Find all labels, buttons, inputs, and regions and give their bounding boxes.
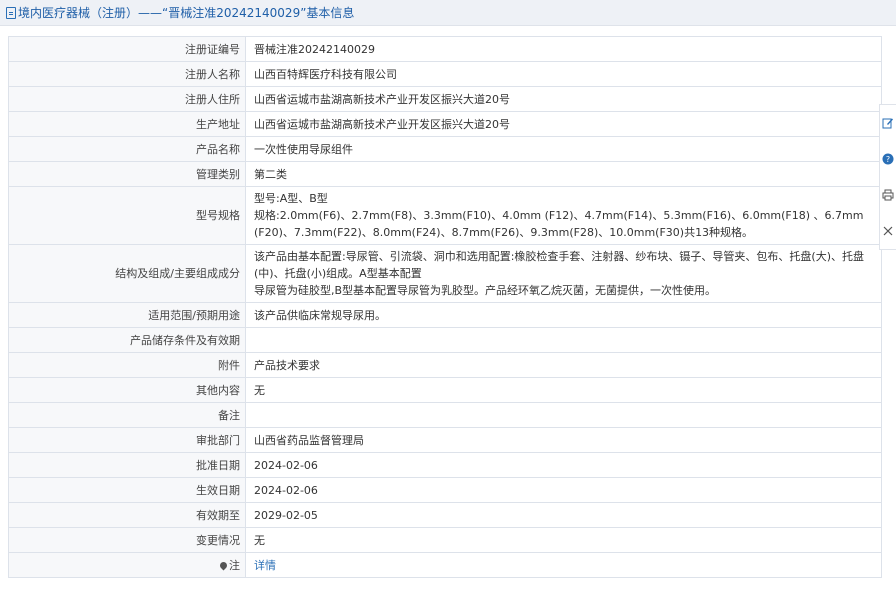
row-value: 山西省运城市盐湖高新技术产业开发区振兴大道20号 xyxy=(245,86,882,112)
table-row: 变更情况 无 xyxy=(8,527,882,553)
row-value: 型号:A型、B型 规格:2.0mm(F6)、2.7mm(F8)、3.3mm(F1… xyxy=(245,186,882,245)
note-label: 注 xyxy=(8,552,246,578)
row-label: 结构及组成/主要组成成分 xyxy=(8,244,246,303)
row-value: 山西百特辉医疗科技有限公司 xyxy=(245,61,882,87)
row-label: 备注 xyxy=(8,402,246,428)
row-value: 无 xyxy=(245,527,882,553)
table-row: 有效期至 2029-02-05 xyxy=(8,502,882,528)
table-row: 注册人名称 山西百特辉医疗科技有限公司 xyxy=(8,61,882,87)
table-row: 生产地址 山西省运城市盐湖高新技术产业开发区振兴大道20号 xyxy=(8,111,882,137)
row-value: 一次性使用导尿组件 xyxy=(245,136,882,162)
row-label: 有效期至 xyxy=(8,502,246,528)
table-row: 管理类别 第二类 xyxy=(8,161,882,187)
pin-icon xyxy=(218,560,229,570)
table-row: 生效日期 2024-02-06 xyxy=(8,477,882,503)
row-label: 适用范围/预期用途 xyxy=(8,302,246,328)
row-value: 晋械注准20242140029 xyxy=(245,36,882,62)
row-value: 产品技术要求 xyxy=(245,352,882,378)
table-row: 产品储存条件及有效期 xyxy=(8,327,882,353)
row-value: 2024-02-06 xyxy=(245,477,882,503)
close-icon[interactable] xyxy=(882,225,895,238)
page-header: 境内医疗器械（注册）——“晋械注准20242140029”基本信息 xyxy=(0,0,896,26)
table-row: 附件 产品技术要求 xyxy=(8,352,882,378)
table-row: 审批部门 山西省药品监督管理局 xyxy=(8,427,882,453)
value-line: 规格:2.0mm(F6)、2.7mm(F8)、3.3mm(F10)、4.0mm … xyxy=(254,209,864,239)
table-row: 注 详情 xyxy=(8,552,882,578)
row-value: 该产品由基本配置:导尿管、引流袋、洞巾和选用配置:橡胶检查手套、注射器、纱布块、… xyxy=(245,244,882,303)
table-row: 适用范围/预期用途 该产品供临床常规导尿用。 xyxy=(8,302,882,328)
side-toolbar: ? xyxy=(879,104,896,250)
row-label: 其他内容 xyxy=(8,377,246,403)
edit-icon[interactable] xyxy=(882,117,895,130)
row-value: 2024-02-06 xyxy=(245,452,882,478)
row-label: 注册证编号 xyxy=(8,36,246,62)
row-label: 产品储存条件及有效期 xyxy=(8,327,246,353)
svg-text:?: ? xyxy=(886,155,890,164)
row-value: 2029-02-05 xyxy=(245,502,882,528)
row-label: 注册人名称 xyxy=(8,61,246,87)
value-line: 型号:A型、B型 xyxy=(254,192,328,205)
table-row: 结构及组成/主要组成成分 该产品由基本配置:导尿管、引流袋、洞巾和选用配置:橡胶… xyxy=(8,244,882,303)
table-row: 注册证编号 晋械注准20242140029 xyxy=(8,36,882,62)
table-row: 备注 xyxy=(8,402,882,428)
row-value: 山西省药品监督管理局 xyxy=(245,427,882,453)
row-label: 注册人住所 xyxy=(8,86,246,112)
table-row: 型号规格 型号:A型、B型 规格:2.0mm(F6)、2.7mm(F8)、3.3… xyxy=(8,186,882,245)
row-label: 管理类别 xyxy=(8,161,246,187)
table-row: 注册人住所 山西省运城市盐湖高新技术产业开发区振兴大道20号 xyxy=(8,86,882,112)
basic-info-table: 注册证编号 晋械注准20242140029 注册人名称 山西百特辉医疗科技有限公… xyxy=(8,36,882,578)
details-link[interactable]: 详情 xyxy=(254,559,276,572)
help-icon[interactable]: ? xyxy=(882,153,895,166)
row-value: 无 xyxy=(245,377,882,403)
row-value xyxy=(245,402,882,428)
note-label-text: 注 xyxy=(229,558,240,572)
row-value: 该产品供临床常规导尿用。 xyxy=(245,302,882,328)
print-icon[interactable] xyxy=(882,189,895,202)
row-label: 审批部门 xyxy=(8,427,246,453)
table-row: 批准日期 2024-02-06 xyxy=(8,452,882,478)
row-label: 生效日期 xyxy=(8,477,246,503)
value-line: 该产品由基本配置:导尿管、引流袋、洞巾和选用配置:橡胶检查手套、注射器、纱布块、… xyxy=(254,250,864,280)
table-row: 产品名称 一次性使用导尿组件 xyxy=(8,136,882,162)
row-value: 详情 xyxy=(245,552,882,578)
row-value: 山西省运城市盐湖高新技术产业开发区振兴大道20号 xyxy=(245,111,882,137)
table-row: 其他内容 无 xyxy=(8,377,882,403)
row-value xyxy=(245,327,882,353)
row-label: 附件 xyxy=(8,352,246,378)
row-value: 第二类 xyxy=(245,161,882,187)
row-label: 产品名称 xyxy=(8,136,246,162)
row-label: 型号规格 xyxy=(8,186,246,245)
row-label: 变更情况 xyxy=(8,527,246,553)
document-icon xyxy=(6,6,16,19)
value-line: 导尿管为硅胶型,B型基本配置导尿管为乳胶型。产品经环氧乙烷灭菌，无菌提供，一次性… xyxy=(254,284,717,297)
page-title: 境内医疗器械（注册）——“晋械注准20242140029”基本信息 xyxy=(18,6,355,20)
row-label: 批准日期 xyxy=(8,452,246,478)
row-label: 生产地址 xyxy=(8,111,246,137)
